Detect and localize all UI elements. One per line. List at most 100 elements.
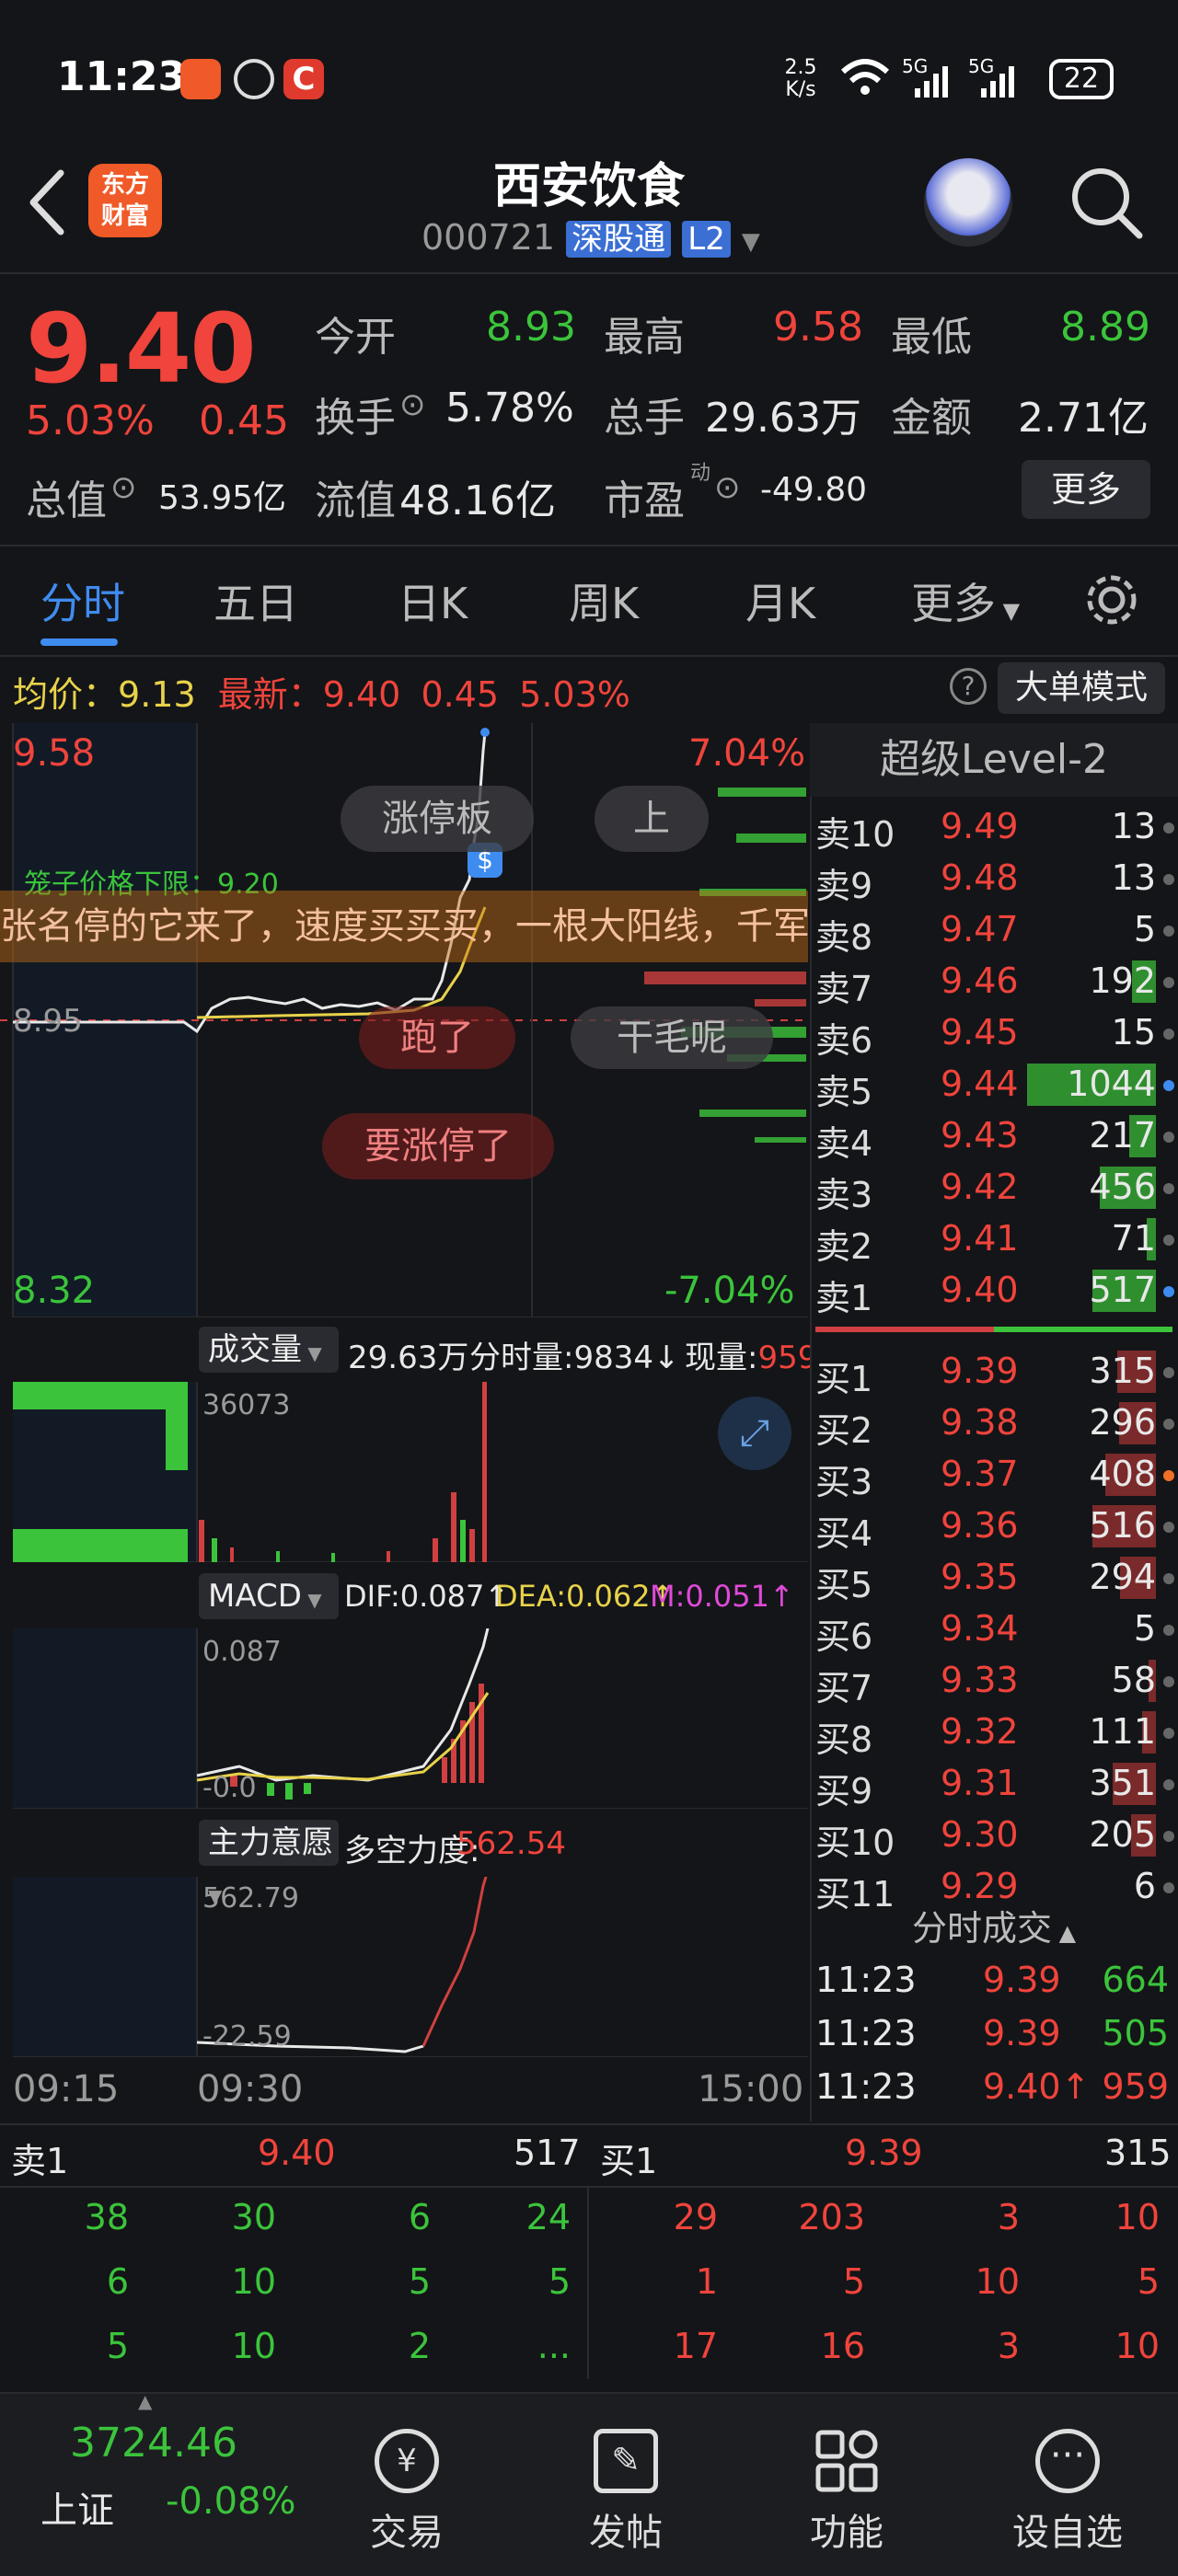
avg-label: 均价：	[13, 674, 119, 715]
bid-price: 9.37	[941, 1454, 1019, 1494]
ask-row[interactable]: 卖3 9.42 456	[815, 1161, 1178, 1215]
force-chart[interactable]	[0, 1877, 810, 2057]
gear-icon[interactable]	[1082, 570, 1141, 629]
bid-row[interactable]: 买6 9.34 5	[815, 1603, 1178, 1657]
pe-label: 市盈	[604, 477, 685, 524]
ask-row[interactable]: 卖1 9.40 517	[815, 1264, 1178, 1318]
big-order-mode-button[interactable]: 大单模式	[998, 662, 1165, 714]
float-label: 流值	[315, 477, 396, 524]
bid-row[interactable]: 买8 9.32 111	[815, 1706, 1178, 1760]
ask-price: 9.40	[941, 1270, 1019, 1310]
robot-assistant-icon[interactable]	[924, 158, 1012, 247]
force-value: 562.54	[456, 1825, 566, 1862]
status-dot	[1163, 822, 1174, 834]
status-dot	[1163, 1470, 1174, 1481]
bid-row[interactable]: 买5 9.35 294	[815, 1551, 1178, 1605]
ask-row[interactable]: 卖10 9.49 13	[815, 800, 1178, 855]
ask-row[interactable]: 卖4 9.43 217	[815, 1110, 1178, 1164]
tab-weekly-k[interactable]: 周K	[569, 570, 639, 631]
open-label: 今开	[315, 314, 396, 361]
nav-post[interactable]: ✎ 发帖	[561, 2429, 690, 2556]
ask-row[interactable]: 卖8 9.47 5	[815, 903, 1178, 958]
ask-price: 9.42	[941, 1167, 1019, 1207]
bid-price: 9.35	[941, 1557, 1019, 1597]
info-icon[interactable]: ⊙	[110, 469, 137, 506]
danmu-bubble[interactable]: 干毛呢	[571, 1006, 773, 1069]
turnover-label: 换手	[315, 395, 396, 442]
bid-label: 买10	[815, 1823, 895, 1863]
ask-row[interactable]: 卖6 9.45 15	[815, 1006, 1178, 1061]
bid-row[interactable]: 买4 9.36 516	[815, 1500, 1178, 1554]
tab-intraday[interactable]: 分时	[40, 570, 125, 631]
queue-vertical-divider	[587, 2186, 589, 2379]
ask-price: 9.47	[941, 909, 1019, 949]
tab-monthly-k[interactable]: 月K	[745, 570, 815, 631]
nav-trade[interactable]: ¥ 交易	[342, 2429, 471, 2556]
index-name[interactable]: 上证	[40, 2480, 114, 2534]
caret-up-icon: ▲	[138, 2390, 153, 2412]
volume-chart[interactable]	[0, 1382, 810, 1562]
bid-volume: 5	[1133, 1608, 1156, 1649]
bid-label: 买1	[815, 1359, 873, 1399]
battery-level: 22	[1063, 63, 1100, 95]
bid-row[interactable]: 买10 9.30 205	[815, 1809, 1178, 1863]
danmu-bubble[interactable]: 上	[595, 786, 709, 852]
nav-function[interactable]: 功能	[782, 2429, 911, 2556]
bid-volume: 294	[1089, 1557, 1156, 1597]
danmu-bubble[interactable]: 要涨停了	[322, 1113, 554, 1179]
bid-label: 买6	[815, 1616, 873, 1657]
ask-volume: 1044	[1067, 1064, 1156, 1104]
time-start: 09:15	[13, 2068, 120, 2110]
chart-pct-bottom: -7.04%	[664, 1270, 795, 1312]
ask-label: 卖6	[815, 1020, 873, 1061]
ask-label: 卖9	[815, 866, 873, 906]
queue-ask-label: 卖1	[11, 2141, 69, 2181]
status-dot	[1163, 1573, 1174, 1584]
force-selector[interactable]: 主力意愿 ▼	[199, 1820, 339, 1907]
ask-row[interactable]: 卖7 9.46 192	[815, 955, 1178, 1009]
bid-row[interactable]: 买1 9.39 315	[815, 1345, 1178, 1399]
index-change[interactable]: -0.08%	[166, 2480, 296, 2523]
tab-underline	[40, 638, 118, 646]
fullscreen-icon[interactable]: ⤢	[718, 1397, 791, 1470]
ask-label: 卖8	[815, 917, 873, 958]
bid-price: 9.30	[941, 1814, 1019, 1855]
info-icon[interactable]: ⊙	[399, 386, 426, 423]
ask-row[interactable]: 卖5 9.44 1044	[815, 1058, 1178, 1112]
trade-time: 11:23	[815, 2066, 917, 2107]
bid-volume: 205	[1089, 1814, 1156, 1855]
mktcap-value: 53.95亿	[158, 479, 287, 517]
tab-more[interactable]: 更多 ▼	[911, 570, 1020, 631]
queue-bid-label: 买1	[600, 2141, 658, 2181]
macd-selector[interactable]: MACD ▼	[199, 1573, 339, 1619]
stock-code-row[interactable]: 000721 深股通 L2 ▼	[422, 213, 760, 259]
info-icon[interactable]: ⊙	[714, 469, 741, 506]
ask-row[interactable]: 卖9 9.48 13	[815, 852, 1178, 906]
tab-five-day[interactable]: 五日	[214, 570, 298, 631]
danmu-bubble[interactable]: 涨停板	[341, 786, 534, 852]
bid-row[interactable]: 买9 9.31 351	[815, 1757, 1178, 1811]
bid-row[interactable]: 买2 9.38 296	[815, 1397, 1178, 1451]
bid-row[interactable]: 买7 9.33 58	[815, 1654, 1178, 1708]
bid-queue-cell: 10	[1114, 2326, 1160, 2366]
nav-watchlist[interactable]: ··· 设自选	[1003, 2429, 1132, 2556]
danmu-bubble[interactable]: 跑了	[359, 1006, 515, 1069]
search-icon[interactable]	[1068, 164, 1145, 241]
quote-divider	[0, 545, 1178, 546]
macd-chart[interactable]	[0, 1628, 810, 1809]
index-value[interactable]: 3724.46	[70, 2420, 237, 2467]
tab-daily-k[interactable]: 日K	[398, 570, 468, 631]
orderbook-title[interactable]: 超级Level-2	[810, 723, 1178, 797]
ask-label: 卖4	[815, 1123, 873, 1164]
wifi-icon	[840, 59, 890, 95]
danmu-marquee[interactable]: 张名停的它来了，速度买买买，一根大阳线，千军	[0, 891, 808, 962]
bid-row[interactable]: 买3 9.37 408	[815, 1448, 1178, 1502]
ask-row[interactable]: 卖2 9.41 71	[815, 1213, 1178, 1267]
bid-queue-cell: 3	[997, 2197, 1020, 2237]
volume-label: 总手	[604, 395, 685, 442]
help-icon[interactable]: ?	[950, 668, 987, 705]
trades-header[interactable]: 分时成交 ▲	[810, 1899, 1178, 1958]
volume-selector[interactable]: 成交量 ▼	[199, 1327, 339, 1373]
more-button[interactable]: 更多	[1022, 460, 1150, 519]
ask-volume: 456	[1089, 1167, 1156, 1207]
